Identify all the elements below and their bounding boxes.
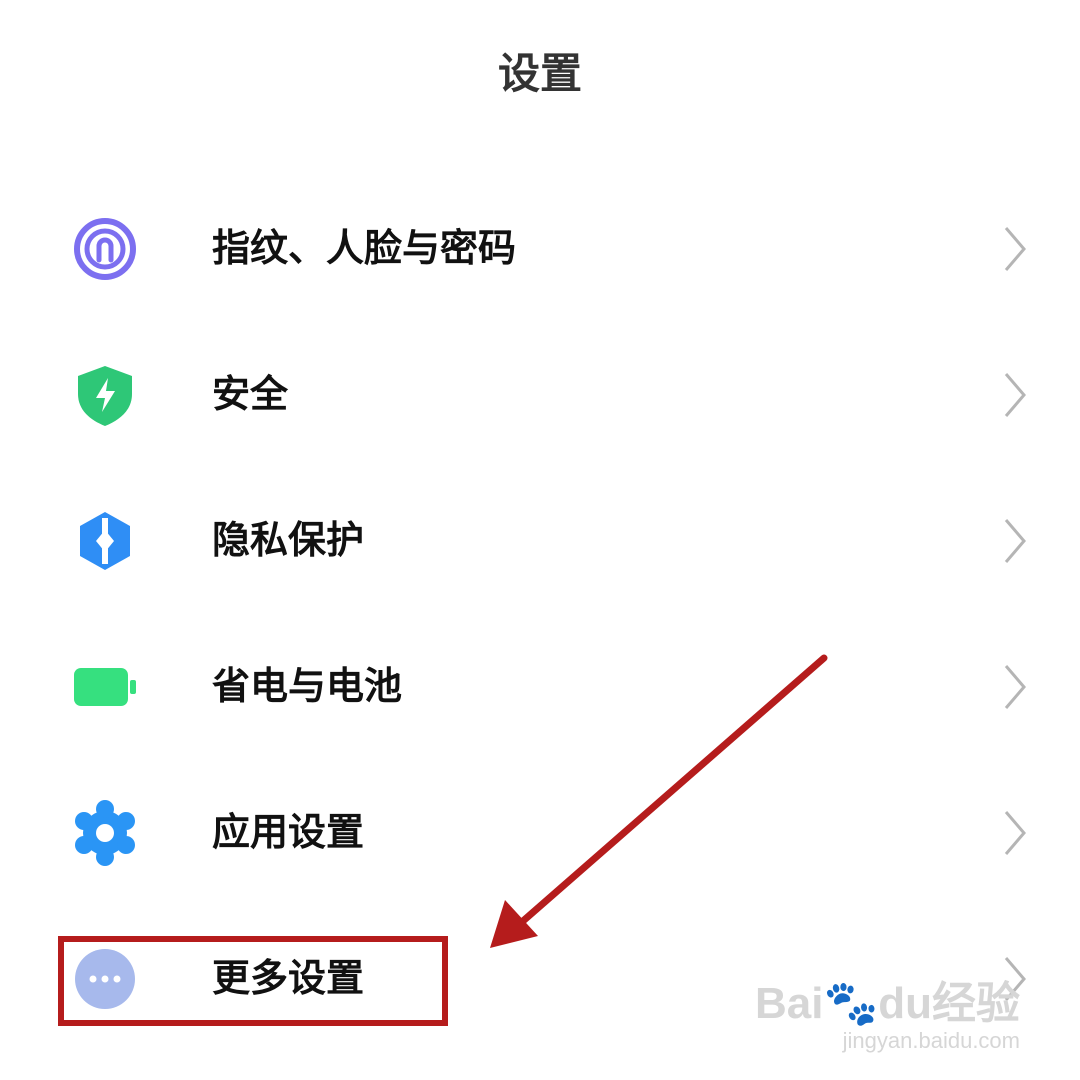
watermark-brand2: du xyxy=(878,979,932,1028)
watermark-url: jingyan.baidu.com xyxy=(842,1028,1020,1053)
paw-icon: 🐾 xyxy=(823,979,879,1028)
watermark-cn: 经验 xyxy=(932,979,1020,1028)
watermark-brand: Bai xyxy=(754,979,824,1028)
baidu-watermark: Bai🐾du经验 jingyan.baidu.com xyxy=(755,980,1020,1054)
annotation-arrow xyxy=(490,654,828,948)
